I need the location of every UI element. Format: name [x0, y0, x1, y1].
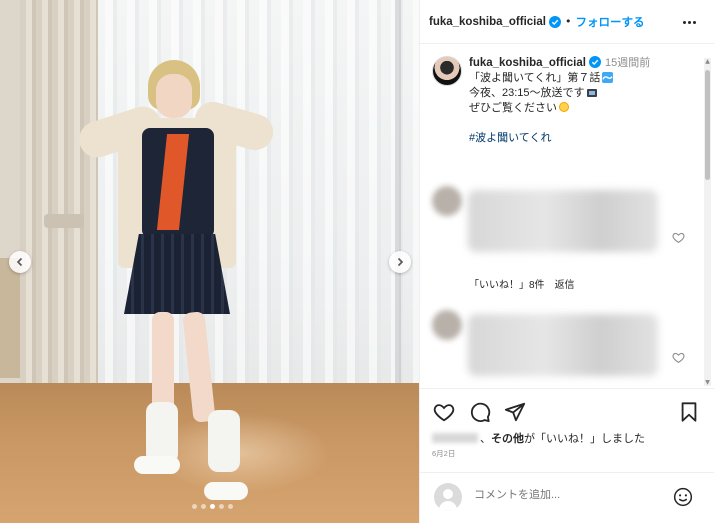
scroll-up-arrow-icon[interactable]: ▲ — [704, 58, 711, 65]
comment-meta: 「いいね！」8件 返信 — [469, 276, 585, 291]
heart-icon[interactable] — [672, 231, 685, 244]
carousel-dot — [228, 504, 233, 509]
post-photo[interactable] — [0, 0, 419, 523]
chevron-left-icon — [16, 257, 23, 267]
list-item — [432, 186, 672, 252]
post-date[interactable]: 6月2日 — [432, 448, 455, 459]
avatar[interactable] — [432, 56, 462, 86]
emoji-icon[interactable] — [673, 487, 693, 507]
likes-prefix: 、 — [480, 433, 491, 445]
header-username[interactable]: fuka_koshiba_official — [429, 16, 546, 28]
comment-text-blurred — [468, 190, 658, 252]
list-item — [432, 310, 672, 376]
bookmark-icon[interactable] — [678, 401, 700, 423]
comment-icon[interactable] — [469, 401, 491, 423]
post-header: fuka_koshiba_official • フォローする — [420, 0, 714, 44]
person-figure — [70, 58, 280, 500]
avatar[interactable] — [432, 310, 462, 340]
caption-username[interactable]: fuka_koshiba_official — [469, 57, 586, 69]
caption-line-1: 「波よ聞いてくれ」第７話 — [469, 72, 601, 84]
caption-line-2: 今夜、23:15〜放送です — [469, 87, 585, 99]
likes-text: が「いいね！」しました — [524, 433, 645, 445]
tv-emoji-icon — [586, 89, 597, 97]
carousel-dot — [192, 504, 197, 509]
heart-icon[interactable] — [672, 351, 685, 364]
comments-scrollbar[interactable]: ▲ ▼ — [704, 58, 711, 386]
comment-text-blurred — [468, 314, 658, 376]
carousel-prev-button[interactable] — [9, 251, 31, 273]
post-side-panel: fuka_koshiba_official • フォローする fuka_kosh… — [419, 0, 714, 523]
caption-line-3: ぜひご覧ください — [469, 102, 557, 114]
chevron-right-icon — [397, 257, 404, 267]
comment-input[interactable] — [474, 489, 664, 501]
carousel-next-button[interactable] — [389, 251, 411, 273]
share-icon[interactable] — [504, 401, 526, 423]
hashtag-link[interactable]: #波よ聞いてくれ — [469, 131, 699, 146]
more-options-icon[interactable] — [683, 14, 699, 30]
smile-emoji-icon — [559, 102, 569, 112]
scroll-down-arrow-icon[interactable]: ▼ — [704, 379, 711, 386]
header-separator: • — [564, 15, 572, 28]
action-bar — [420, 388, 714, 432]
avatar[interactable] — [432, 186, 462, 216]
comments-section: fuka_koshiba_official 15週間前 「波よ聞いてくれ」第７話 … — [420, 44, 714, 388]
scroll-thumb[interactable] — [705, 70, 710, 180]
carousel-indicator — [192, 504, 233, 509]
likes-summary[interactable]: 、その他が「いいね！」しました — [432, 430, 645, 446]
comment-like-count[interactable]: 「いいね！」8件 — [469, 280, 545, 291]
caption-timestamp[interactable]: 15週間前 — [605, 57, 650, 69]
follow-button[interactable]: フォローする — [575, 14, 644, 30]
wave-emoji-icon — [602, 72, 614, 83]
verified-badge-icon — [588, 56, 601, 68]
verified-badge-icon — [548, 15, 561, 28]
liker-name-blurred — [432, 433, 478, 443]
heart-icon[interactable] — [433, 401, 455, 423]
caption: fuka_koshiba_official 15週間前 「波よ聞いてくれ」第７話 … — [469, 56, 699, 146]
carousel-dot — [201, 504, 206, 509]
likes-others[interactable]: その他 — [491, 433, 524, 445]
avatar — [434, 483, 462, 511]
comment-bar — [420, 472, 714, 523]
carousel-dot — [219, 504, 224, 509]
reply-button[interactable]: 返信 — [555, 280, 575, 291]
carousel-dot — [210, 504, 215, 509]
side-table — [0, 258, 20, 378]
